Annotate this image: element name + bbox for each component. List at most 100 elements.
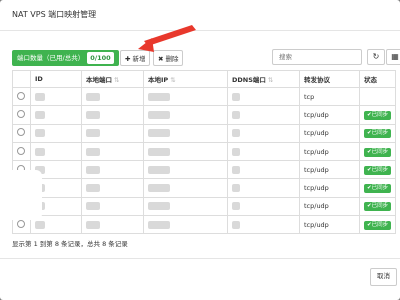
footer-divider [0,258,400,259]
ddns-port-cell [227,123,300,143]
column-header-local-port[interactable]: 本地端口 ⇅ [81,70,144,88]
status-badge: ✔已同步 [364,110,392,120]
port-quota-badge: 端口数量（已用/总共） 0/100 [12,50,119,66]
status-badge: ✔已同步 [364,184,392,194]
search-input[interactable] [272,49,362,65]
local-ip-cell [143,141,228,162]
row-radio[interactable] [17,219,25,228]
table-row[interactable]: tcp/udp ✔已同步 [12,105,396,125]
status-badge: ✔已同步 [364,220,392,230]
protocol-cell: tcp/udp [299,178,360,198]
status-badge: ✔已同步 [364,202,392,212]
table-row[interactable]: tcp/udp ✔已同步 [12,196,396,217]
redacted-value [148,92,170,101]
quota-count: 0/100 [87,52,114,64]
column-header-id[interactable]: ID [30,70,82,88]
redacted-value [86,129,100,138]
redacted-value [148,202,170,211]
row-select-cell[interactable] [12,86,31,107]
local-ip-cell [143,86,228,107]
local-ip-cell [143,123,228,143]
table-row[interactable]: tcp/udp ✔已同步 [12,178,396,198]
row-select-cell[interactable] [12,141,31,162]
quota-label: 端口数量（已用/总共） [17,54,85,62]
table-row[interactable]: tcp/udp ✔已同步 [12,215,396,235]
table-header-row: ID 本地端口 ⇅ 本地IP ⇅ DDNS端口 ⇅ 转发协议 状态 [12,70,396,88]
id-cell [30,105,82,125]
redacted-value [35,129,45,138]
redacted-value [148,110,170,119]
table-row[interactable]: tcp [12,86,396,107]
ddns-port-cell [227,141,300,162]
id-cell [30,123,82,143]
status-cell: ✔已同步 [359,160,396,180]
ddns-port-cell [227,178,300,198]
row-select-cell[interactable] [12,123,31,143]
status-cell: ✔已同步 [359,123,396,143]
redacted-value [232,110,240,119]
redacted-value [148,165,170,174]
status-badge: ✔已同步 [364,147,392,157]
redacted-value [232,92,240,101]
row-radio[interactable] [17,109,25,118]
local-port-cell [81,178,144,198]
local-port-cell [81,215,144,235]
redacted-value [35,147,45,156]
sort-icon: ⇅ [170,76,176,84]
row-radio[interactable] [17,146,25,155]
redacted-value [148,184,170,193]
table-row[interactable]: tcp/udp ✔已同步 [12,160,396,180]
status-badge: ✔已同步 [364,165,392,175]
redacted-value [86,165,100,174]
column-header-ddns-port[interactable]: DDNS端口 ⇅ [227,70,300,88]
status-badge: ✔已同步 [364,129,392,139]
cancel-button[interactable]: 取消 [370,268,397,286]
redacted-value [232,147,240,156]
redacted-value [232,202,240,211]
columns-button[interactable]: ▦ [386,49,400,65]
status-cell [359,86,396,107]
local-ip-cell [143,215,228,235]
redacted-value [232,184,240,193]
table-row[interactable]: tcp/udp ✔已同步 [12,123,396,143]
row-radio[interactable] [17,128,25,137]
dialog-title: NAT VPS 端口映射管理 [0,0,400,31]
protocol-cell: tcp [299,86,360,107]
redacted-value [86,110,100,119]
redaction-patch [2,170,42,220]
port-mapping-dialog: NAT VPS 端口映射管理 端口数量（已用/总共） 0/100 ✚ 新增 ✖ 删除 … [0,0,400,300]
column-header-local-ip[interactable]: 本地IP ⇅ [143,70,228,88]
redacted-value [35,220,45,229]
local-ip-cell [143,160,228,180]
redacted-value [86,202,100,211]
port-mapping-table: ID 本地端口 ⇅ 本地IP ⇅ DDNS端口 ⇅ 转发协议 状态 tcp tcp/ud… [12,70,396,235]
id-cell [30,141,82,162]
id-cell [30,86,82,107]
ddns-port-cell [227,215,300,235]
protocol-cell: tcp/udp [299,160,360,180]
refresh-button[interactable]: ↻ [367,49,385,65]
refresh-icon: ↻ [372,52,380,61]
row-radio[interactable] [17,91,25,100]
protocol-cell: tcp/udp [299,141,360,162]
status-cell: ✔已同步 [359,215,396,235]
redacted-value [232,220,240,229]
redacted-value [148,147,170,156]
column-header-status[interactable]: 状态 [359,70,396,88]
status-cell: ✔已同步 [359,178,396,198]
ddns-port-cell [227,86,300,107]
row-select-cell[interactable] [12,105,31,125]
redacted-value [232,129,240,138]
sort-icon: ⇅ [114,76,120,84]
pagination-summary: 显示第 1 到第 8 条记录，总共 8 条记录 [12,240,128,248]
status-cell: ✔已同步 [359,196,396,217]
protocol-cell: tcp/udp [299,105,360,125]
column-header-protocol[interactable]: 转发协议 [299,70,360,88]
protocol-cell: tcp/udp [299,196,360,217]
ddns-port-cell [227,160,300,180]
sort-icon: ⇅ [267,76,274,84]
redacted-value [35,92,45,101]
local-port-cell [81,123,144,143]
ddns-port-cell [227,196,300,217]
table-row[interactable]: tcp/udp ✔已同步 [12,141,396,162]
